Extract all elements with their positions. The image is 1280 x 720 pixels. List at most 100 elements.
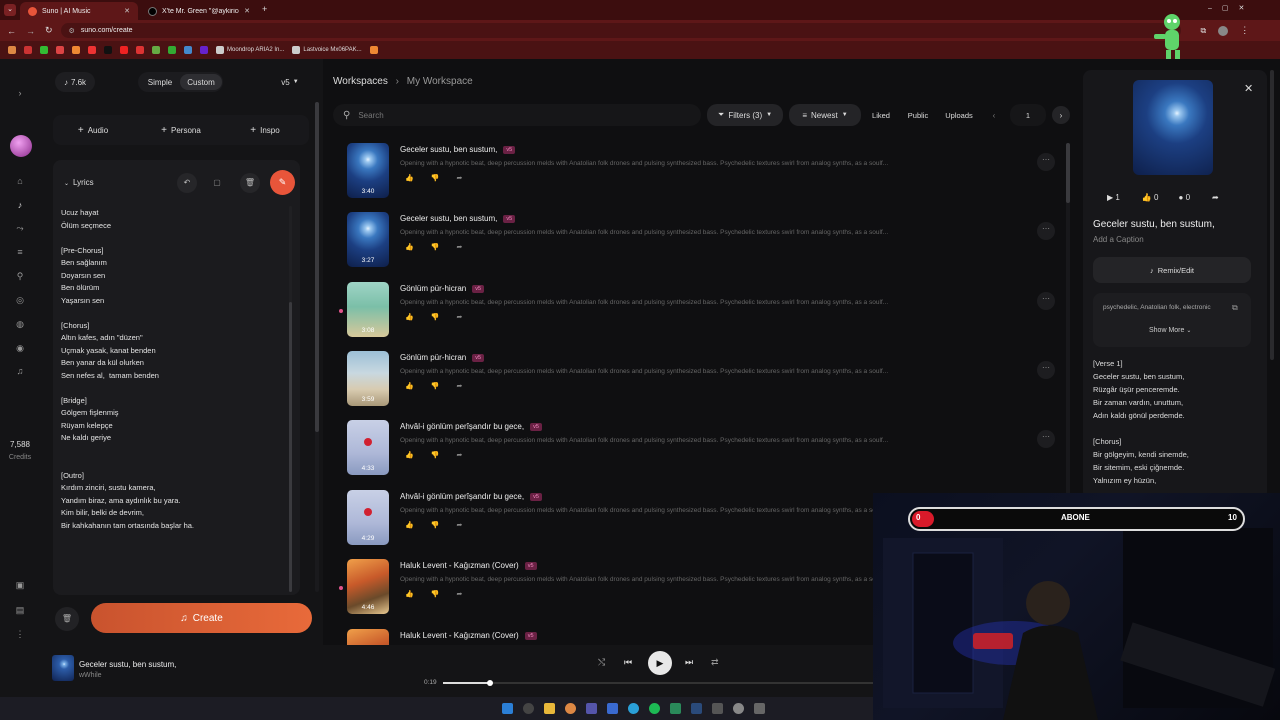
thumbs-up-icon[interactable]: 👍	[405, 590, 414, 598]
add-inspo-button[interactable]: + Inspo	[240, 120, 290, 140]
tab-public[interactable]: Public	[903, 104, 933, 126]
file-explorer-icon[interactable]	[544, 703, 555, 714]
profile-avatar[interactable]	[1218, 25, 1229, 36]
app-icon[interactable]	[670, 703, 681, 714]
tab-menu-icon[interactable]: ⌄	[4, 4, 16, 16]
add-audio-button[interactable]: + Audio	[68, 120, 118, 140]
song-row[interactable]: 3:27 Geceler sustu, ben sustum, v5 Opening …	[347, 212, 1055, 270]
create-icon[interactable]: ♪	[15, 200, 25, 210]
app-icon[interactable]	[754, 703, 765, 714]
more-options-icon[interactable]: ⋯	[1037, 222, 1055, 240]
create-button[interactable]: ♫ Create	[91, 603, 312, 633]
app-icon[interactable]	[607, 703, 618, 714]
page-number-input[interactable]: 1	[1010, 104, 1046, 126]
song-title[interactable]: Haluk Levent - Kağızman (Cover) v5	[400, 561, 537, 570]
song-cover-art[interactable]: 3:27	[347, 212, 389, 267]
mode-custom-button[interactable]: Custom	[180, 74, 222, 90]
like-count[interactable]: 👍 0	[1142, 193, 1159, 202]
song-title[interactable]: Ahvâl-i gönlüm perîşandır bu gece, v5	[400, 492, 542, 501]
song-row[interactable]: 3:59 Gönlüm pür-hicran v5 Opening with a hy…	[347, 351, 1055, 409]
expand-sidebar-icon[interactable]: ›	[15, 88, 25, 98]
song-row[interactable]: 3:40 Geceler sustu, ben sustum, v5 Opening …	[347, 143, 1055, 201]
play-count[interactable]: ▶ 1	[1107, 193, 1120, 202]
sort-button[interactable]: ≡ Newest ▼	[789, 104, 861, 126]
add-caption[interactable]: Add a Caption	[1093, 235, 1144, 244]
next-icon[interactable]: ⏭	[685, 657, 693, 668]
close-icon[interactable]: ✕	[1244, 82, 1253, 95]
radio-icon[interactable]: ◉	[15, 343, 25, 353]
thumbs-down-icon[interactable]: 👎	[431, 174, 440, 182]
gift-icon[interactable]: ▣	[15, 580, 25, 590]
windows-start-icon[interactable]	[502, 703, 513, 714]
bookmark-icon[interactable]	[184, 46, 192, 54]
song-cover-art[interactable]: 3:59	[347, 351, 389, 406]
more-options-icon[interactable]: ⋯	[1037, 361, 1055, 379]
share-icon[interactable]: ➦	[456, 382, 462, 390]
search-input[interactable]: ⚲ Search	[333, 104, 701, 126]
tab-suno[interactable]: Suno | AI Music ✕	[20, 2, 138, 20]
close-tab-icon[interactable]: ✕	[124, 7, 130, 15]
thumbs-up-icon[interactable]: 👍	[405, 243, 414, 251]
address-bar[interactable]: ⚙ suno.com/create	[60, 23, 1181, 38]
thumbs-down-icon[interactable]: 👎	[431, 590, 440, 598]
scrollbar-thumb[interactable]	[289, 302, 292, 592]
previous-icon[interactable]: ⏮	[624, 657, 632, 668]
studio-icon[interactable]: ◎	[15, 295, 25, 305]
breadcrumb-root[interactable]: Workspaces	[333, 76, 388, 87]
now-playing-artist[interactable]: wWhile	[79, 672, 102, 679]
close-tab-icon[interactable]: ✕	[244, 7, 250, 15]
thumbs-up-icon[interactable]: 👍	[405, 521, 414, 529]
library-icon[interactable]: ≡	[15, 247, 25, 257]
copy-icon[interactable]: ▢	[207, 173, 227, 193]
more-options-icon[interactable]: ⋯	[1037, 292, 1055, 310]
lyrics-text[interactable]: Ucuz hayat Ölüm seçmece [Pre-Chorus] Ben…	[61, 207, 194, 532]
new-tab-icon[interactable]: +	[262, 4, 267, 14]
song-row[interactable]: 3:08 Gönlüm pür-hicran v5 Opening with a hy…	[347, 282, 1055, 340]
model-select[interactable]: v5 ▼	[276, 72, 304, 92]
filters-button[interactable]: ⏷ Filters (3) ▼	[707, 104, 783, 126]
chrome-icon[interactable]	[565, 703, 576, 714]
tab-uploads[interactable]: Uploads	[942, 104, 976, 126]
show-more-button[interactable]: Show More ⌄	[1149, 327, 1191, 334]
site-info-icon[interactable]: ⚙	[69, 27, 75, 35]
detail-scrollbar[interactable]	[1270, 70, 1274, 360]
song-cover-art[interactable]: 3:40	[347, 143, 389, 198]
song-cover-art[interactable]: 3:08	[347, 282, 389, 337]
bookmark-icon[interactable]	[88, 46, 96, 54]
thumbs-down-icon[interactable]: 👎	[431, 382, 440, 390]
bookmark-icon[interactable]	[40, 46, 48, 54]
add-persona-button[interactable]: + Persona	[150, 120, 212, 140]
obs-icon[interactable]	[733, 703, 744, 714]
lyrics-scrollbar[interactable]	[289, 206, 292, 592]
magic-wand-icon[interactable]: ✎	[270, 170, 295, 195]
credits-chip[interactable]: ♪ 7.6k	[55, 72, 95, 92]
telegram-icon[interactable]	[628, 703, 639, 714]
song-cover-art[interactable]: 4:46	[347, 559, 389, 614]
song-cover-art[interactable]: 4:33	[347, 420, 389, 475]
thumbs-up-icon[interactable]: 👍	[405, 451, 414, 459]
lyrics-toggle[interactable]: ⌄ Lyrics	[64, 178, 94, 187]
discord-icon[interactable]	[586, 703, 597, 714]
bookmark-icon[interactable]	[8, 46, 16, 54]
song-title[interactable]: Geceler sustu, ben sustum, v5	[400, 214, 516, 223]
copy-icon[interactable]: ⧉	[1232, 303, 1238, 313]
scrollbar-thumb[interactable]	[315, 102, 319, 432]
bookmark-lastvoice[interactable]: Lastvoice Mx06PAK...	[292, 46, 362, 54]
scrollbar-thumb[interactable]	[1066, 143, 1070, 203]
song-title[interactable]: Geceler sustu, ben sustum, v5	[400, 145, 516, 154]
thumbs-down-icon[interactable]: 👎	[431, 313, 440, 321]
song-title[interactable]: Gönlüm pür-hicran v5	[400, 284, 485, 293]
share-icon[interactable]: ➦	[456, 243, 462, 251]
thumbs-down-icon[interactable]: 👎	[431, 451, 440, 459]
song-row[interactable]: 4:33 Ahvâl-i gönlüm perîşandır bu gece, v5…	[347, 420, 1055, 478]
bookmark-icon[interactable]	[369, 46, 378, 54]
play-button[interactable]: ▶	[648, 651, 672, 675]
song-cover-art[interactable]: 4:29	[347, 490, 389, 545]
window-controls[interactable]: –▢✕	[1208, 4, 1254, 12]
spotify-icon[interactable]	[649, 703, 660, 714]
bookmark-icon[interactable]	[200, 46, 208, 54]
share-icon[interactable]: ➦	[1212, 193, 1219, 202]
bookmark-icon[interactable]	[72, 46, 80, 54]
bookmark-moondrop[interactable]: Moondrop ARIA2 In...	[216, 46, 284, 54]
explore-icon[interactable]: ⤳	[15, 223, 25, 233]
